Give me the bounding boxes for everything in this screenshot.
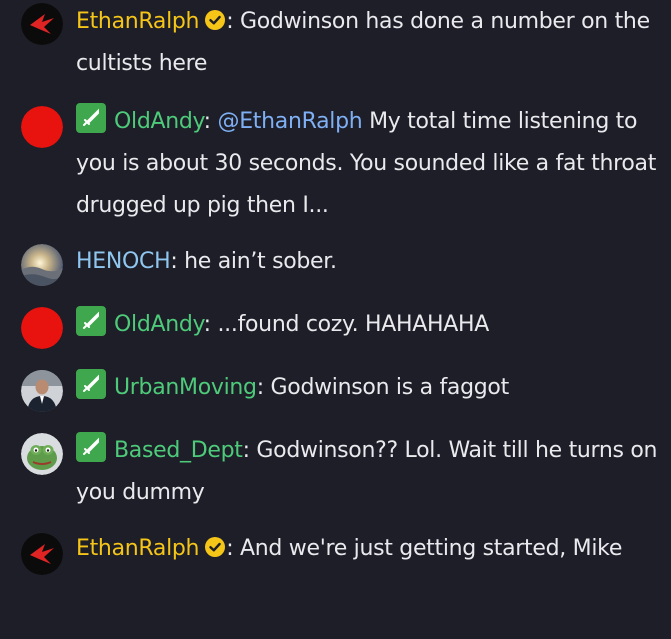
- red-circle-avatar[interactable]: [21, 307, 63, 349]
- sword-icon: [76, 306, 106, 336]
- red-circle-avatar[interactable]: [21, 106, 63, 148]
- message-text: Godwinson is a faggot: [263, 375, 510, 400]
- landscape-avatar[interactable]: [21, 244, 63, 286]
- verified-check-icon: [205, 537, 226, 557]
- sword-icon: [76, 369, 106, 399]
- message-text: And we're just getting started, Mike: [233, 536, 623, 561]
- username[interactable]: OldAndy: [114, 109, 204, 134]
- chat-feed: EthanRalph: Godwinson has done a number …: [0, 0, 671, 639]
- person-photo-avatar[interactable]: [21, 370, 63, 412]
- username[interactable]: HENOCH: [76, 249, 171, 274]
- colon: :: [203, 312, 211, 337]
- message-text: ...found cozy. HAHAHAHA: [210, 312, 489, 337]
- verified-check-icon: [205, 10, 226, 30]
- username[interactable]: EthanRalph: [76, 9, 200, 34]
- frog-avatar[interactable]: [21, 433, 63, 475]
- message-text: he ain’t sober.: [177, 249, 337, 274]
- colon: :: [242, 438, 250, 463]
- mention-link[interactable]: @EthanRalph: [211, 109, 362, 134]
- sword-icon: [76, 103, 106, 133]
- red-logo-avatar[interactable]: [21, 3, 63, 45]
- colon: :: [256, 375, 264, 400]
- red-logo-avatar[interactable]: [21, 533, 63, 575]
- colon: :: [203, 109, 211, 134]
- username[interactable]: Based_Dept: [114, 438, 243, 463]
- sword-icon: [76, 432, 106, 462]
- username[interactable]: OldAndy: [114, 312, 204, 337]
- username[interactable]: UrbanMoving: [114, 375, 257, 400]
- username[interactable]: EthanRalph: [76, 536, 200, 561]
